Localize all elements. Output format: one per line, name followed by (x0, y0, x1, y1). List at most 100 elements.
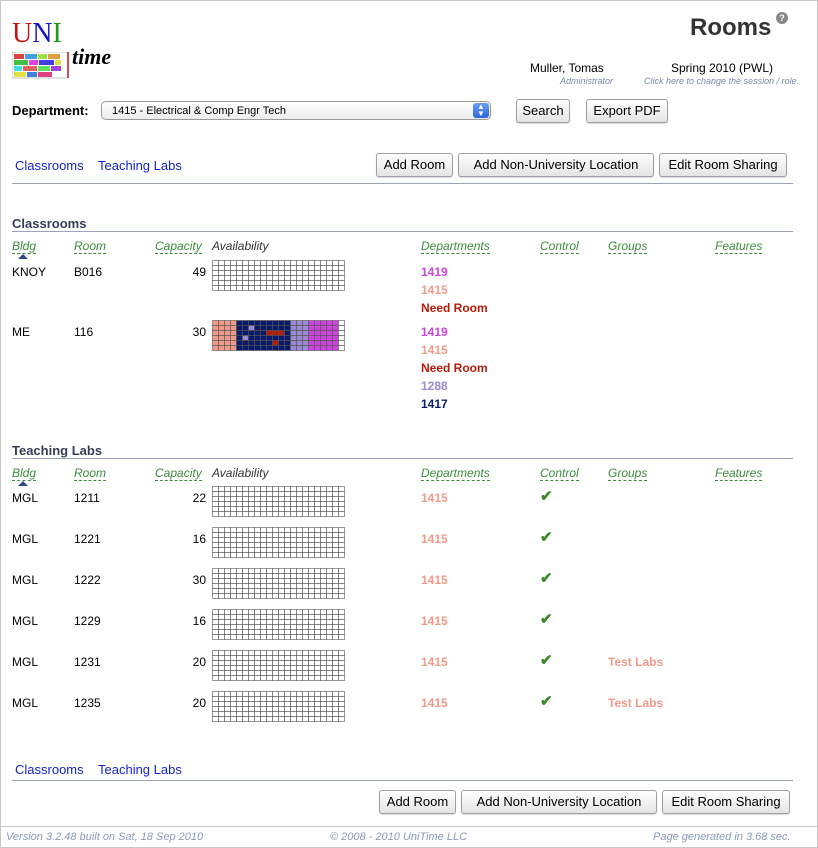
room-building: MGL (12, 532, 39, 546)
department-1419[interactable]: 1419 (421, 265, 448, 279)
department-1415[interactable]: 1415 (421, 573, 448, 587)
room-name[interactable]: 1221 (74, 532, 101, 546)
control-check-icon: ✔ (540, 693, 553, 710)
department-1417[interactable]: 1417 (421, 397, 448, 411)
classrooms-link[interactable]: Classrooms (15, 762, 84, 777)
department-1415[interactable]: 1415 (421, 491, 448, 505)
user-name[interactable]: Muller, Tomas (530, 61, 604, 75)
session-hint[interactable]: Click here to change the session / role. (644, 76, 799, 86)
availability[interactable] (212, 650, 345, 684)
availability[interactable] (212, 486, 345, 520)
department-1415[interactable]: 1415 (421, 614, 448, 628)
control-check-icon: ✔ (540, 570, 553, 587)
availability[interactable] (212, 691, 345, 725)
room-capacity: 16 (192, 532, 206, 546)
column-groups[interactable]: Groups (608, 466, 648, 481)
room-group[interactable]: Test Labs (608, 696, 663, 710)
availability[interactable] (212, 527, 345, 561)
room-name[interactable]: 1211 (74, 491, 100, 505)
classrooms-link[interactable]: Classrooms (15, 158, 84, 173)
footer-generated: Page generated in 3.68 sec. (653, 831, 791, 843)
edit-room-sharing-button[interactable]: Edit Room Sharing (662, 790, 790, 814)
room-capacity: 22 (192, 491, 206, 505)
add-non-university-location-button[interactable]: Add Non-University Location (461, 790, 657, 814)
room-capacity: 30 (192, 573, 206, 587)
session-name[interactable]: Spring 2010 (PWL) (671, 61, 773, 75)
availability[interactable] (212, 320, 345, 354)
room-capacity: 16 (192, 614, 206, 628)
column-control[interactable]: Control (540, 466, 579, 481)
department-need-room[interactable]: Need Room (421, 301, 488, 315)
footer-version: Version 3.2.48 built on Sat, 18 Sep 2010 (6, 831, 204, 843)
room-building: MGL (12, 655, 39, 669)
column-room[interactable]: Room (74, 239, 107, 254)
department-select[interactable]: 1415 - Electrical & Comp Engr Tech ▲ ▼ (101, 101, 491, 120)
column-capacity[interactable]: Capacity (155, 239, 202, 254)
availability-grid[interactable] (212, 527, 345, 558)
search-button[interactable]: Search (516, 99, 570, 123)
room-name[interactable]: B016 (74, 265, 102, 279)
room-building: MGL (12, 491, 39, 505)
logo-time-text: time (72, 44, 112, 69)
teaching-labs-link[interactable]: Teaching Labs (98, 762, 182, 777)
department-1415[interactable]: 1415 (421, 532, 448, 546)
room-name[interactable]: 116 (74, 325, 93, 339)
column-departments[interactable]: Departments (421, 239, 490, 254)
room-building: MGL (12, 614, 39, 628)
divider (12, 183, 793, 184)
column-bldg[interactable]: Bldg (12, 466, 37, 481)
availability[interactable] (212, 260, 345, 294)
department-need-room[interactable]: Need Room (421, 361, 488, 375)
room-name[interactable]: 1229 (74, 614, 101, 628)
department-1415[interactable]: 1415 (421, 283, 448, 297)
room-building: ME (12, 325, 30, 339)
availability-grid[interactable] (212, 320, 345, 351)
edit-room-sharing-button[interactable]: Edit Room Sharing (659, 153, 787, 177)
availability-grid[interactable] (212, 691, 345, 722)
room-group[interactable]: Test Labs (608, 655, 663, 669)
column-departments[interactable]: Departments (421, 466, 490, 481)
availability[interactable] (212, 609, 345, 643)
availability-grid[interactable] (212, 650, 345, 681)
availability-grid[interactable] (212, 568, 345, 599)
room-name[interactable]: 1231 (74, 655, 101, 669)
column-features[interactable]: Features (715, 239, 763, 254)
room-capacity: 49 (192, 265, 206, 279)
column-groups[interactable]: Groups (608, 239, 648, 254)
column-capacity[interactable]: Capacity (155, 466, 202, 481)
help-icon[interactable]: ? (776, 12, 788, 24)
department-1415[interactable]: 1415 (421, 343, 448, 357)
department-1415[interactable]: 1415 (421, 655, 448, 669)
availability-grid[interactable] (212, 260, 345, 291)
teaching-labs-section-title: Teaching Labs (12, 443, 103, 458)
sort-ascending-icon (18, 481, 28, 486)
control-check-icon: ✔ (540, 488, 553, 505)
availability-grid[interactable] (212, 486, 345, 517)
department-1419[interactable]: 1419 (421, 325, 448, 339)
availability-grid[interactable] (212, 609, 345, 640)
unitime-logo: UNI time (12, 18, 122, 80)
room-name[interactable]: 1222 (74, 573, 101, 587)
room-capacity: 20 (192, 696, 206, 710)
room-name[interactable]: 1235 (74, 696, 101, 710)
availability[interactable] (212, 568, 345, 602)
column-room[interactable]: Room (74, 466, 107, 481)
export-pdf-button[interactable]: Export PDF (586, 99, 668, 123)
section-divider (12, 231, 793, 232)
add-room-button[interactable]: Add Room (379, 790, 456, 814)
department-1415[interactable]: 1415 (421, 696, 448, 710)
add-room-button[interactable]: Add Room (376, 153, 453, 177)
sort-ascending-icon (18, 254, 28, 259)
page-title: Rooms (690, 14, 772, 41)
column-control[interactable]: Control (540, 239, 579, 254)
room-building: KNOY (12, 265, 47, 279)
add-non-university-location-button[interactable]: Add Non-University Location (458, 153, 654, 177)
room-building: MGL (12, 573, 39, 587)
section-divider (12, 458, 793, 459)
control-check-icon: ✔ (540, 652, 553, 669)
control-check-icon: ✔ (540, 611, 553, 628)
teaching-labs-link[interactable]: Teaching Labs (98, 158, 182, 173)
department-1288[interactable]: 1288 (421, 379, 448, 393)
column-features[interactable]: Features (715, 466, 763, 481)
column-bldg[interactable]: Bldg (12, 239, 37, 254)
